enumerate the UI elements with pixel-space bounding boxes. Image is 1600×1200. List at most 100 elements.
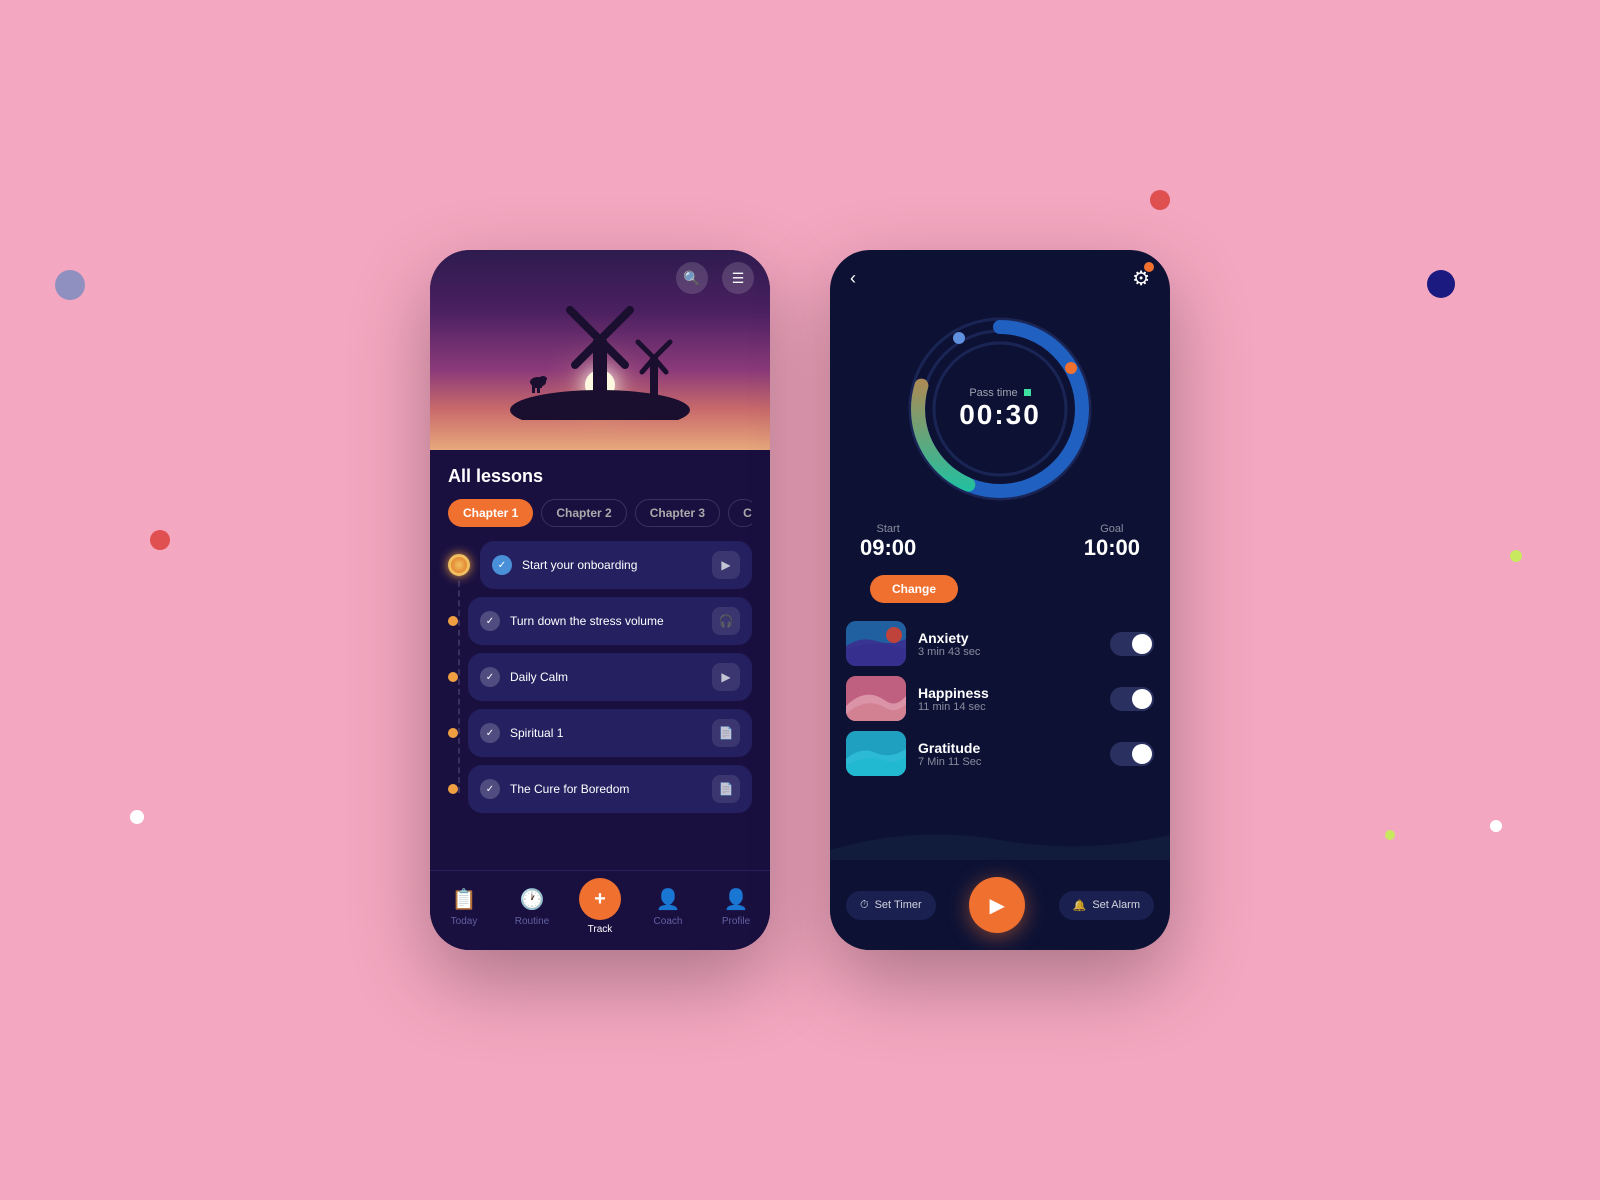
change-btn-container: Change [830,561,1170,617]
phones-container: 🔍 ☰ All lessons Chapter 1 Chapter 2 Chap… [430,250,1170,950]
timer-icon: ⏱ [860,899,869,912]
hero-image: 🔍 ☰ [430,250,770,450]
hero-icons: 🔍 ☰ [676,262,754,294]
decorative-dot [1150,190,1170,210]
list-item[interactable]: Gratitude 7 Min 11 Sec [846,731,1154,776]
anxiety-info: Anxiety 3 min 43 sec [918,630,1098,658]
happiness-duration: 11 min 14 sec [918,701,1098,713]
toggle-thumb [1132,744,1152,764]
bottom-controls: ⏱ Set Timer ▶ 🔔 Set Alarm [830,860,1170,950]
goal-value: 10:00 [1084,535,1140,561]
nav-label-routine: Routine [515,916,549,927]
list-item[interactable]: Anxiety 3 min 43 sec [846,621,1154,666]
windmill-illustration [510,290,690,420]
set-alarm-label: Set Alarm [1092,899,1140,911]
nav-item-track[interactable]: + Track [575,878,625,935]
list-item: ✓ Spiritual 1 📄 [448,709,752,757]
check-circle: ✓ [480,611,500,631]
gratitude-duration: 7 Min 11 Sec [918,756,1098,768]
wave-decoration [830,820,1170,860]
decorative-dot [55,270,85,300]
meditation-list: Anxiety 3 min 43 sec Happiness [830,617,1170,780]
anxiety-thumbnail-svg [846,621,906,666]
decorative-dot [1490,820,1502,832]
anxiety-thumbnail [846,621,906,666]
right-header: ‹ ⚙ [830,250,1170,299]
nav-item-coach[interactable]: 👤 Coach [643,887,693,927]
pass-time-label: Pass time [969,387,1030,399]
goal-label: Goal [1084,523,1140,535]
nav-label-track: Track [588,924,613,935]
goal-time-block: Goal 10:00 [1084,523,1140,561]
start-time-block: Start 09:00 [860,523,916,561]
coach-icon: 👤 [656,887,681,912]
routine-icon: 🕐 [520,887,545,912]
start-value: 09:00 [860,535,916,561]
doc-icon: 📄 [712,719,740,747]
decorative-dot [130,810,144,824]
menu-button[interactable]: ☰ [722,262,754,294]
check-circle: ✓ [480,667,500,687]
list-item: ✓ The Cure for Boredom 📄 [448,765,752,813]
check-circle: ✓ [480,779,500,799]
change-button[interactable]: Change [870,575,958,603]
timeline-dot [448,672,458,682]
anxiety-title: Anxiety [918,630,1098,646]
happiness-info: Happiness 11 min 14 sec [918,685,1098,713]
decorative-dot [1385,830,1395,840]
play-button[interactable]: ▶ [969,877,1025,933]
all-lessons-title: All lessons [448,466,752,487]
chapter-tab-3[interactable]: Chapter 3 [635,499,720,527]
back-button[interactable]: ‹ [850,268,856,289]
lesson-card[interactable]: ✓ Start your onboarding ▶ [480,541,752,589]
chapter-tab-4[interactable]: Cha... [728,499,752,527]
list-item: ✓ Start your onboarding ▶ [448,541,752,589]
lesson-card[interactable]: ✓ Turn down the stress volume 🎧 [468,597,752,645]
set-timer-button[interactable]: ⏱ Set Timer [846,891,936,920]
toggle-thumb [1132,634,1152,654]
happiness-toggle[interactable] [1110,687,1154,711]
decorative-dot [1427,270,1455,298]
chapter-tab-1[interactable]: Chapter 1 [448,499,533,527]
happiness-thumbnail [846,676,906,721]
play-icon: ▶ [989,893,1004,918]
lesson-card[interactable]: ✓ Spiritual 1 📄 [468,709,752,757]
today-icon: 📋 [452,887,477,912]
nav-item-profile[interactable]: 👤 Profile [711,887,761,927]
lesson-card[interactable]: ✓ The Cure for Boredom 📄 [468,765,752,813]
track-cta-button[interactable]: + [579,878,621,920]
nav-label-profile: Profile [722,916,750,927]
timeline-dot [448,616,458,626]
gratitude-thumbnail-svg [846,731,906,776]
nav-label-today: Today [451,916,478,927]
play-icon: ▶ [712,551,740,579]
gratitude-title: Gratitude [918,740,1098,756]
list-item: ✓ Daily Calm ▶ [448,653,752,701]
left-phone: 🔍 ☰ All lessons Chapter 1 Chapter 2 Chap… [430,250,770,950]
check-circle: ✓ [480,723,500,743]
timer-center: Pass time 00:30 [900,309,1100,509]
wave-svg [830,820,1170,860]
decorative-dot [150,530,170,550]
gratitude-thumbnail [846,731,906,776]
lesson-card[interactable]: ✓ Daily Calm ▶ [468,653,752,701]
timeline-line [458,561,460,793]
search-button[interactable]: 🔍 [676,262,708,294]
right-phone: ‹ ⚙ [830,250,1170,950]
timeline-dot-active [448,554,470,576]
anxiety-toggle[interactable] [1110,632,1154,656]
settings-button[interactable]: ⚙ [1132,266,1150,291]
list-item[interactable]: Happiness 11 min 14 sec [846,676,1154,721]
chapter-tabs: Chapter 1 Chapter 2 Chapter 3 Cha... [448,499,752,527]
lesson-title: Start your onboarding [522,558,637,572]
gratitude-info: Gratitude 7 Min 11 Sec [918,740,1098,768]
nav-item-routine[interactable]: 🕐 Routine [507,887,557,927]
lesson-title: Turn down the stress volume [510,614,664,628]
profile-icon: 👤 [724,887,749,912]
nav-item-today[interactable]: 📋 Today [439,887,489,927]
set-alarm-button[interactable]: 🔔 Set Alarm [1059,891,1154,920]
doc-icon: 📄 [712,775,740,803]
chapter-tab-2[interactable]: Chapter 2 [541,499,626,527]
gratitude-toggle[interactable] [1110,742,1154,766]
toggle-thumb [1132,689,1152,709]
